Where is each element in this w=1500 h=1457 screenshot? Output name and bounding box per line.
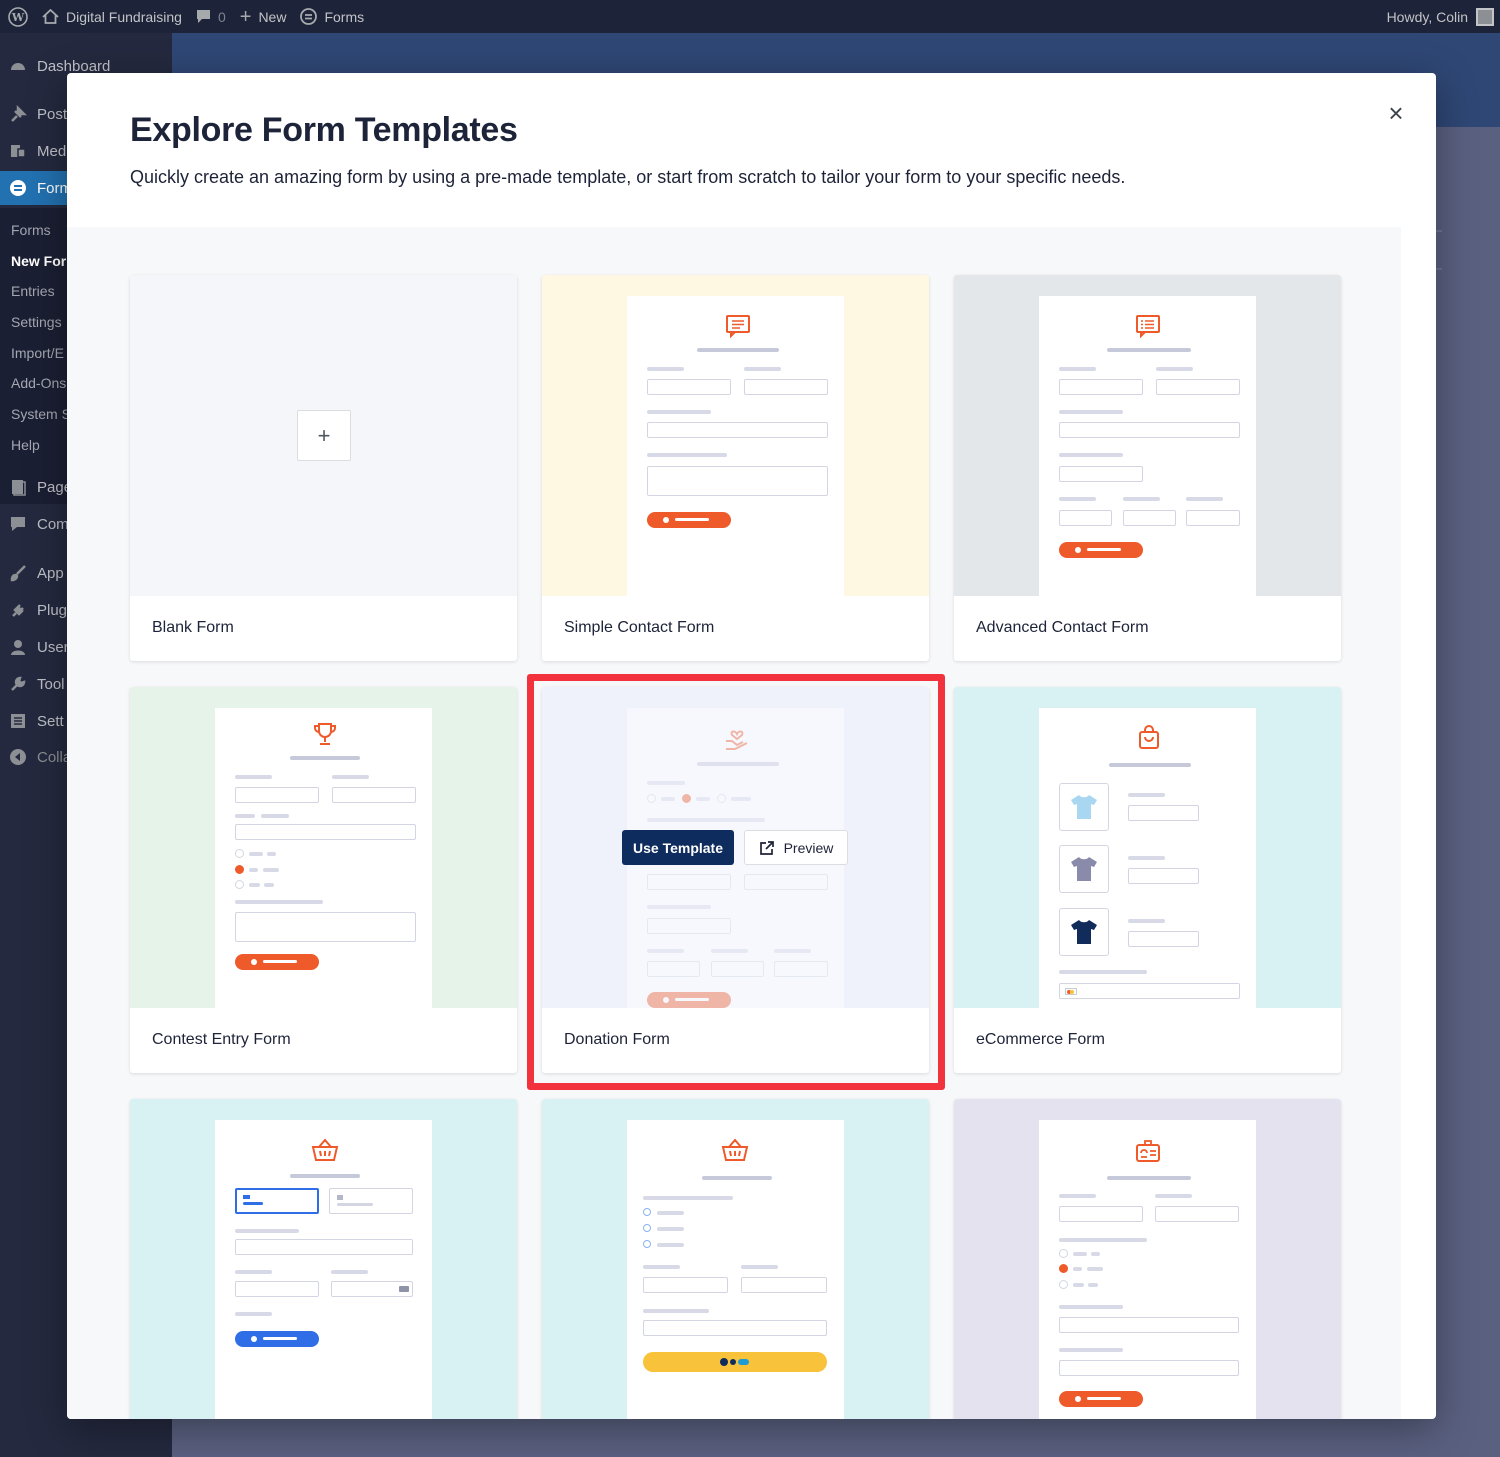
submenu-new-form[interactable]: New For (11, 253, 66, 269)
forms-link[interactable]: Forms (300, 8, 364, 25)
template-name: Simple Contact Form (564, 619, 715, 636)
menu-users-label: User (37, 638, 69, 656)
template-name: eCommerce Form (976, 1031, 1105, 1048)
site-name-link[interactable]: Digital Fundraising (42, 9, 182, 25)
plus-icon: + (239, 5, 252, 28)
template-thumb (954, 275, 1341, 596)
template-card-order[interactable] (542, 1099, 929, 1419)
basket-icon (311, 1138, 339, 1161)
submenu-system-status[interactable]: System S (11, 406, 71, 422)
form-preview-paper (215, 1120, 432, 1419)
comments-icon (8, 515, 28, 533)
form-preview-paper (627, 1120, 844, 1419)
form-preview-paper (1039, 1120, 1256, 1419)
my-account[interactable]: Howdy, Colin (1387, 0, 1494, 33)
preview-label: Preview (783, 839, 834, 856)
new-content-link[interactable]: + New (239, 5, 287, 28)
template-name: Donation Form (564, 1031, 670, 1048)
add-blank-plus-icon[interactable]: + (297, 410, 351, 461)
wrench-icon (8, 675, 28, 693)
home-icon (42, 9, 59, 24)
wordpress-logo-icon[interactable]: W (8, 6, 28, 27)
modal-title: Explore Form Templates (130, 111, 518, 149)
template-card-blank[interactable]: + Blank Form (130, 275, 517, 661)
dashboard-icon (8, 57, 28, 75)
template-modal: × Explore Form Templates Quickly create … (67, 73, 1436, 1419)
collapse-icon (8, 748, 28, 766)
pages-icon (8, 478, 28, 496)
basket-icon (721, 1138, 749, 1161)
template-thumb (542, 275, 929, 596)
trophy-icon (314, 723, 336, 745)
template-card-registration[interactable] (954, 1099, 1341, 1419)
site-name: Digital Fundraising (66, 8, 182, 25)
close-modal-button[interactable]: × (1386, 100, 1406, 126)
template-card-simple-contact[interactable]: Simple Contact Form (542, 275, 929, 661)
list-form-icon (1136, 315, 1160, 338)
menu-media-label: Med (37, 142, 67, 160)
pin-icon (8, 105, 28, 123)
submenu-add-ons[interactable]: Add-Ons (11, 375, 66, 391)
template-thumb: + (130, 275, 517, 596)
plug-icon (8, 601, 28, 619)
modal-subtitle: Quickly create an amazing form by using … (130, 167, 1126, 187)
template-thumb (130, 1099, 517, 1419)
template-thumb (130, 687, 517, 1008)
template-thumb (542, 1099, 929, 1419)
submenu-entries[interactable]: Entries (11, 283, 55, 299)
submenu-help[interactable]: Help (11, 437, 40, 453)
preview-button[interactable]: Preview (744, 830, 848, 865)
form-preview-paper (1039, 296, 1256, 596)
form-preview-paper (627, 296, 844, 596)
comments-link[interactable]: 0 (196, 9, 226, 25)
template-name: Contest Entry Form (152, 1031, 291, 1048)
template-card-ecommerce[interactable]: eCommerce Form (954, 687, 1341, 1073)
tshirt-light-icon (1071, 795, 1097, 819)
svg-text:W: W (11, 11, 25, 24)
menu-tools-label: Tool (37, 675, 65, 693)
template-card-payment[interactable] (130, 1099, 517, 1419)
use-template-button[interactable]: Use Template (622, 830, 734, 865)
settings-icon (8, 712, 28, 730)
comments-count: 0 (217, 8, 226, 25)
menu-comments-label: Com (37, 515, 69, 533)
brush-icon (8, 564, 28, 582)
hover-dim-overlay (542, 687, 929, 1008)
external-link-icon (759, 840, 774, 855)
template-thumb: Use Template Preview (542, 687, 929, 1008)
forms-icon (300, 8, 318, 25)
menu-plugins-label: Plug (37, 601, 68, 619)
template-grid: + Blank Form Simple Contact Form Advance… (67, 227, 1401, 1419)
comment-bubble-icon (196, 10, 210, 23)
new-label: New (258, 8, 287, 25)
form-preview-paper (1039, 708, 1256, 1008)
submenu-settings[interactable]: Settings (11, 314, 62, 330)
forms-menu-icon (8, 179, 28, 197)
chat-form-icon (726, 315, 750, 338)
submenu-forms[interactable]: Forms (11, 222, 51, 238)
tshirt-navy-icon (1071, 920, 1097, 944)
template-name: Advanced Contact Form (976, 619, 1149, 636)
id-badge-icon (1136, 1140, 1160, 1162)
forms-label: Forms (324, 8, 365, 25)
menu-appearance-label: App (37, 564, 64, 582)
template-name: Blank Form (152, 619, 234, 636)
template-thumb (954, 687, 1341, 1008)
menu-dashboard-label: Dashboard (37, 57, 111, 75)
menu-posts-label: Post (37, 105, 68, 123)
shopping-bag-icon (1139, 725, 1159, 749)
tshirt-grey-icon (1071, 857, 1097, 881)
template-card-advanced-contact[interactable]: Advanced Contact Form (954, 275, 1341, 661)
template-card-contest-entry[interactable]: Contest Entry Form (130, 687, 517, 1073)
template-thumb (954, 1099, 1341, 1419)
form-preview-paper (215, 708, 432, 1008)
avatar (1476, 7, 1494, 26)
user-icon (8, 638, 28, 656)
howdy-text: Howdy, Colin (1386, 8, 1468, 25)
wp-admin-bar: W Digital Fundraising 0 + New Forms Howd… (0, 0, 1500, 33)
template-card-donation[interactable]: Use Template Preview Donation Form (542, 687, 929, 1073)
submenu-import-export[interactable]: Import/E (11, 345, 64, 361)
media-icon (8, 142, 28, 160)
menu-settings-label: Sett (37, 712, 64, 730)
